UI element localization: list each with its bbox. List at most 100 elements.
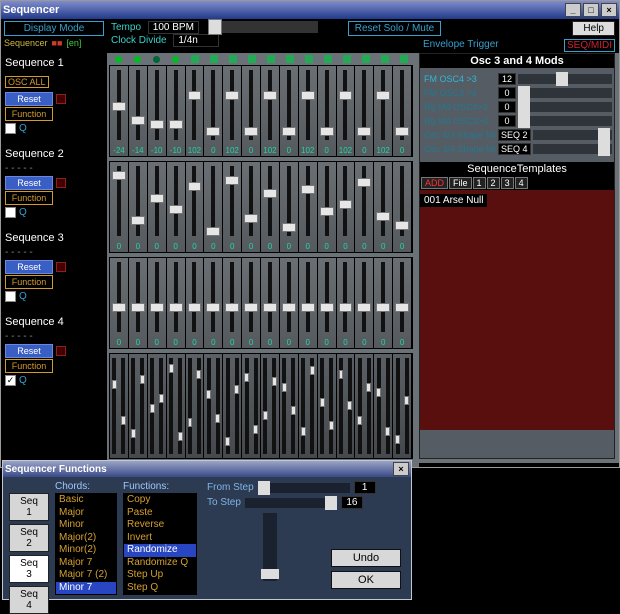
mod-value[interactable]: 0 <box>498 87 516 99</box>
seq4-q-checkbox[interactable]: ✓ <box>5 375 16 386</box>
functions-list[interactable]: CopyPasteReverseInvertRandomizeRandomize… <box>123 493 197 595</box>
seq2-q-checkbox[interactable] <box>5 207 16 218</box>
mod-value[interactable]: 12 <box>498 73 516 85</box>
list-item[interactable]: Randomize <box>124 544 196 557</box>
seq2-function-button[interactable]: Function <box>5 191 53 205</box>
close-button[interactable]: × <box>601 3 617 17</box>
step-fader[interactable]: 0 <box>280 162 299 252</box>
step-fader[interactable]: 0 <box>204 162 223 252</box>
titlebar[interactable]: Sequencer _ □ × <box>1 1 619 19</box>
mute-15[interactable] <box>381 55 389 63</box>
list-item[interactable]: Minor <box>56 519 116 532</box>
mute-13[interactable] <box>343 55 351 63</box>
step-fader-pair[interactable] <box>355 354 374 458</box>
template-preset-2[interactable]: 2 <box>487 177 500 189</box>
sequence-1-target[interactable]: OSC ALL <box>5 76 49 88</box>
step-fader[interactable]: 0 <box>204 66 223 156</box>
step-fader[interactable]: 0 <box>261 258 280 348</box>
list-item[interactable]: Invert <box>124 532 196 545</box>
list-item[interactable]: Basic <box>56 494 116 507</box>
step-fader-pair[interactable] <box>186 354 205 458</box>
help-button[interactable]: Help <box>572 21 615 36</box>
step-fader[interactable]: 0 <box>110 162 129 252</box>
list-item[interactable]: Copy <box>124 494 196 507</box>
template-preset-1[interactable]: 1 <box>473 177 486 189</box>
list-item[interactable]: Randomize Q <box>124 557 196 570</box>
step-fader-pair[interactable] <box>204 354 223 458</box>
mute-16[interactable] <box>400 55 408 63</box>
step-fader[interactable]: 0 <box>318 162 337 252</box>
popup-close-button[interactable]: × <box>393 462 409 476</box>
step-fader[interactable]: 0 <box>242 162 261 252</box>
popup-tab-seq3[interactable]: Seq 3 <box>9 555 49 583</box>
step-fader[interactable]: 0 <box>318 258 337 348</box>
minimize-button[interactable]: _ <box>565 3 581 17</box>
mute-7[interactable] <box>229 55 237 63</box>
step-fader[interactable]: -24 <box>110 66 129 156</box>
list-item[interactable]: Major 7 (2) <box>56 569 116 582</box>
list-item[interactable]: Step Q <box>124 582 196 595</box>
step-fader[interactable]: 0 <box>167 162 186 252</box>
template-preset-3[interactable]: 3 <box>501 177 514 189</box>
step-fader[interactable]: 0 <box>280 258 299 348</box>
step-fader[interactable]: 0 <box>337 258 356 348</box>
step-fader[interactable]: 0 <box>337 162 356 252</box>
step-fader[interactable]: -10 <box>167 66 186 156</box>
seq1-q-checkbox[interactable] <box>5 123 16 134</box>
step-fader-pair[interactable] <box>148 354 167 458</box>
step-fader-pair[interactable] <box>167 354 186 458</box>
clock-divide-value[interactable]: 1/4n <box>173 34 219 47</box>
tempo-value[interactable]: 100 BPM <box>148 21 199 34</box>
step-fader-pair[interactable] <box>393 354 412 458</box>
mod-slider[interactable] <box>518 88 612 98</box>
mod-value[interactable]: 0 <box>498 101 516 113</box>
step-fader[interactable]: 0 <box>223 162 242 252</box>
step-fader[interactable]: 102 <box>299 66 318 156</box>
amount-fader[interactable] <box>263 513 277 581</box>
step-fader[interactable]: 0 <box>393 66 412 156</box>
step-fader[interactable]: 102 <box>374 66 393 156</box>
seq3-reset-button[interactable]: Reset <box>5 260 53 274</box>
step-fader[interactable]: 0 <box>204 258 223 348</box>
popup-tab-seq4[interactable]: Seq 4 <box>9 586 49 614</box>
step-fader[interactable]: 0 <box>186 162 205 252</box>
to-step-slider[interactable] <box>245 498 337 508</box>
list-item[interactable]: Minor 7 (2) <box>56 594 116 595</box>
popup-tab-seq2[interactable]: Seq 2 <box>9 524 49 552</box>
mod-value[interactable]: 0 <box>498 115 516 127</box>
list-item[interactable]: Paste <box>124 507 196 520</box>
step-fader[interactable]: 102 <box>337 66 356 156</box>
mute-8[interactable] <box>248 55 256 63</box>
reset-solo-mute-button[interactable]: Reset Solo / Mute <box>348 21 441 36</box>
seq1-reset-button[interactable]: Reset <box>5 92 53 106</box>
seq1-function-button[interactable]: Function <box>5 107 53 121</box>
template-preset-4[interactable]: 4 <box>515 177 528 189</box>
step-fader[interactable]: 102 <box>261 66 280 156</box>
tempo-slider[interactable] <box>208 21 318 33</box>
chords-list[interactable]: BasicMajorMinorMajor(2)Minor(2)Major 7Ma… <box>55 493 117 595</box>
step-fader[interactable]: 0 <box>148 162 167 252</box>
step-fader[interactable]: 0 <box>261 162 280 252</box>
step-fader[interactable]: 0 <box>129 258 148 348</box>
sequence-4-target[interactable]: - - - - - <box>5 331 103 342</box>
mod-slider[interactable] <box>518 116 612 126</box>
step-fader-pair[interactable] <box>110 354 129 458</box>
step-fader[interactable]: 102 <box>223 66 242 156</box>
step-fader[interactable]: 0 <box>110 258 129 348</box>
mute-11[interactable] <box>305 55 313 63</box>
seq4-reset-button[interactable]: Reset <box>5 344 53 358</box>
template-list-item[interactable]: 001 Arse Null <box>420 194 487 207</box>
step-fader[interactable]: 0 <box>223 258 242 348</box>
step-fader-pair[interactable] <box>374 354 393 458</box>
step-fader[interactable]: 0 <box>355 162 374 252</box>
mod-slider[interactable] <box>533 144 612 154</box>
step-fader[interactable]: 0 <box>148 258 167 348</box>
step-fader[interactable]: 0 <box>318 66 337 156</box>
seq4-function-button[interactable]: Function <box>5 359 53 373</box>
sequence-3-target[interactable]: - - - - - <box>5 247 103 258</box>
step-fader-pair[interactable] <box>129 354 148 458</box>
step-fader-pair[interactable] <box>242 354 261 458</box>
mod-source[interactable]: SEQ 2 <box>498 129 531 141</box>
popup-tab-seq1[interactable]: Seq 1 <box>9 493 49 521</box>
list-item[interactable]: Step Up <box>124 569 196 582</box>
